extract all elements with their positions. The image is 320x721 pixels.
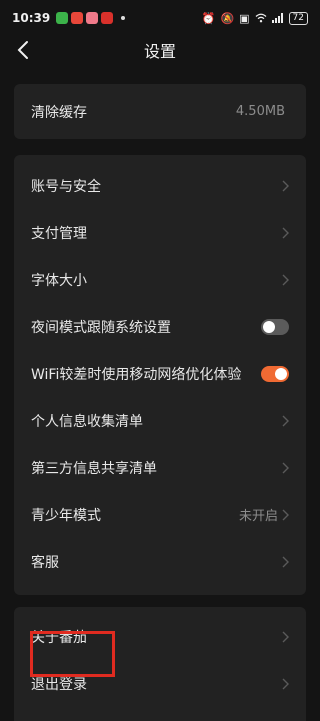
night-mode-row: 夜间模式跟随系统设置: [14, 303, 306, 350]
chevron-right-icon: [282, 274, 289, 285]
chevron-right-icon: [282, 415, 289, 426]
status-time: 10:39: [12, 11, 51, 25]
account-security-row[interactable]: 账号与安全: [14, 162, 306, 209]
header: 设置: [0, 36, 320, 64]
personal-info-row[interactable]: 个人信息收集清单: [14, 397, 306, 444]
chevron-right-icon: [282, 631, 289, 642]
chevron-right-icon: [282, 180, 289, 191]
toggle-knob: [263, 320, 275, 333]
alarm-icon: ⏰: [201, 11, 216, 25]
chevron-right-icon: [282, 509, 289, 520]
wifi-optimize-row: WiFi较差时使用移动网络优化体验: [14, 350, 306, 397]
wifi-icon: [255, 13, 266, 23]
status-indicators: ⏰ 🔕 ▣ 72: [201, 11, 308, 25]
chevron-right-icon: [282, 462, 289, 473]
app-red-icon: [71, 12, 84, 24]
cache-size: 4.50MB: [235, 104, 285, 119]
chevron-right-icon: [282, 556, 289, 567]
night-mode-toggle[interactable]: [261, 318, 289, 335]
teen-mode-row[interactable]: 青少年模式 未开启: [14, 491, 306, 538]
clear-cache-row[interactable]: 清除缓存 4.50MB: [14, 84, 306, 139]
chevron-right-icon: [282, 678, 289, 689]
status-bar: 10:39 ⏰ 🔕 ▣ 72: [0, 0, 320, 36]
personal-info-label: 个人信息收集清单: [31, 413, 143, 430]
chevron-right-icon: [282, 227, 289, 238]
page-title: 设置: [143, 42, 176, 61]
teen-mode-status: 未开启: [238, 509, 278, 524]
customer-service-label: 客服: [31, 554, 59, 571]
cache-card: 清除缓存 4.50MB: [14, 84, 306, 139]
teen-mode-label: 青少年模式: [31, 507, 101, 524]
logout-highlight-box: [30, 631, 115, 677]
app-pink-icon: [86, 12, 99, 24]
wifi-optimize-toggle[interactable]: [261, 365, 289, 382]
font-size-row[interactable]: 字体大小: [14, 256, 306, 303]
nfc-icon: ▣: [239, 11, 250, 25]
clear-cache-label: 清除缓存: [31, 104, 87, 121]
app-red2-icon: [101, 12, 114, 24]
account-security-label: 账号与安全: [31, 178, 101, 195]
battery-icon: 72: [288, 11, 308, 25]
settings-card: 账号与安全 支付管理 字体大小 夜间模式跟随系统设置 WiFi较差时使用移动网络…: [14, 155, 306, 595]
font-size-label: 字体大小: [31, 272, 87, 289]
notification-icons: [56, 12, 126, 24]
toggle-knob: [275, 367, 287, 380]
customer-service-row[interactable]: 客服: [14, 538, 306, 585]
third-party-label: 第三方信息共享清单: [31, 460, 157, 477]
payment-management-label: 支付管理: [31, 225, 87, 242]
night-mode-label: 夜间模式跟随系统设置: [31, 319, 171, 336]
third-party-row[interactable]: 第三方信息共享清单: [14, 444, 306, 491]
wifi-optimize-label: WiFi较差时使用移动网络优化体验: [31, 366, 242, 383]
mute-icon: 🔕: [220, 11, 235, 25]
payment-management-row[interactable]: 支付管理: [14, 209, 306, 256]
back-arrow-icon[interactable]: [16, 38, 30, 62]
more-notifications-icon: [121, 16, 126, 20]
app-green-icon: [56, 12, 69, 24]
signal-icon: [271, 13, 283, 23]
